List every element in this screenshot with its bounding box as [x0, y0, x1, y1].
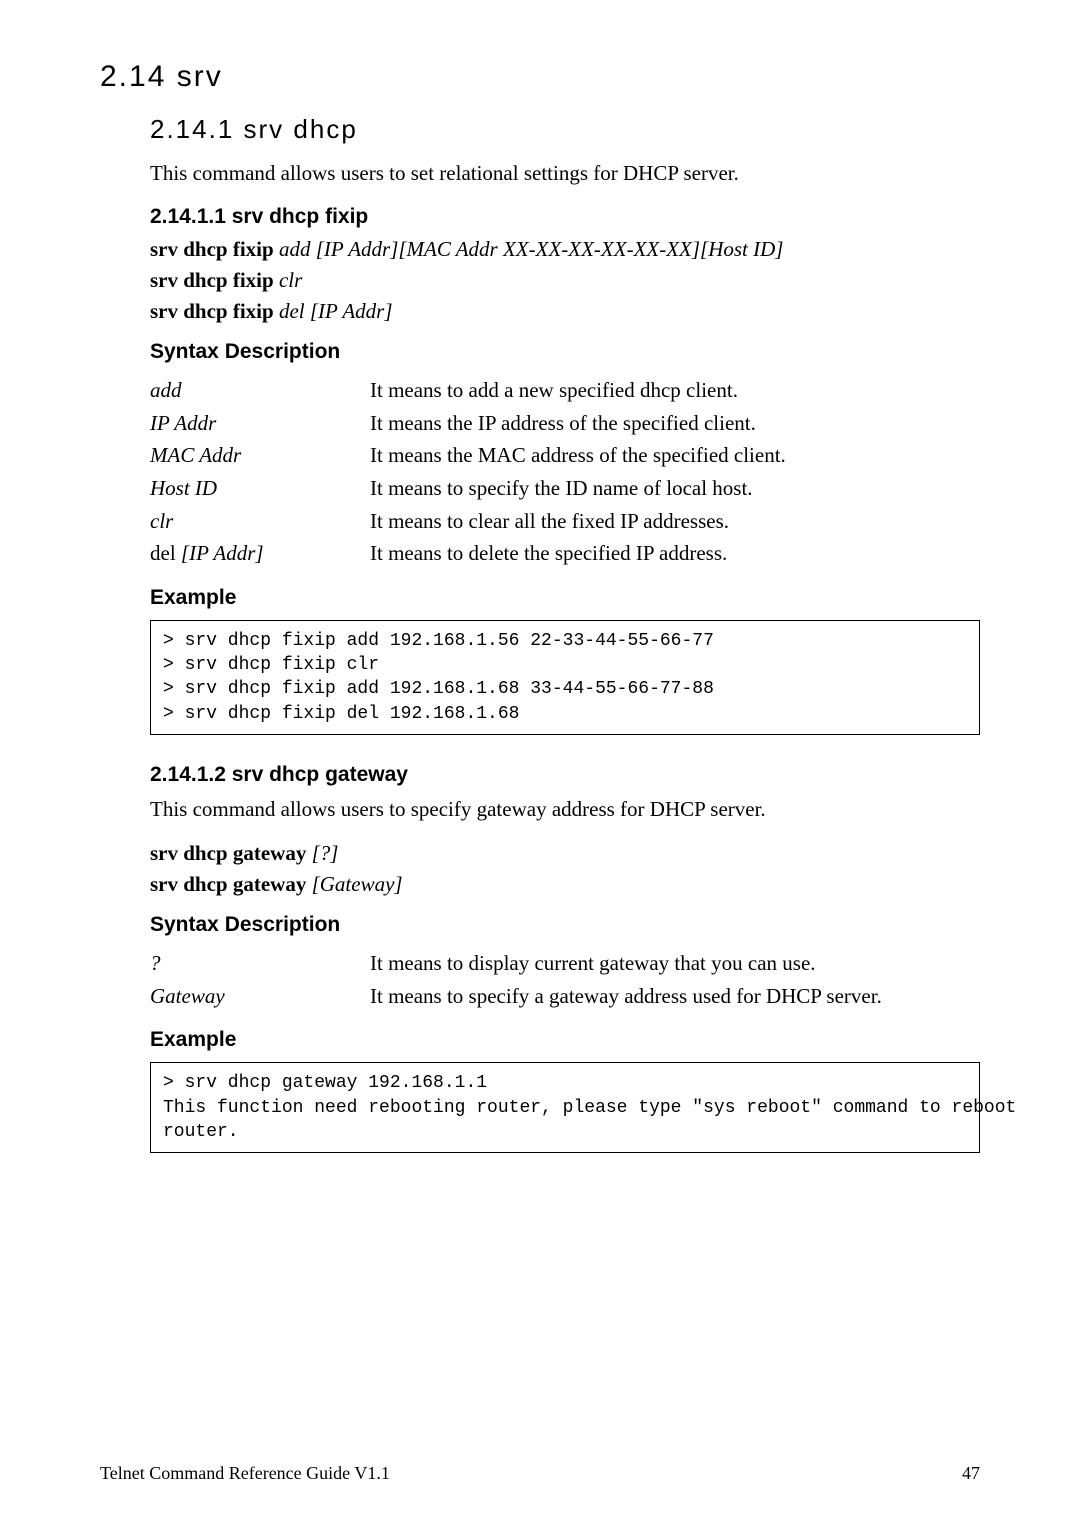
- cmd-line: srv dhcp gateway [?]: [150, 841, 980, 866]
- def-desc: It means to add a new specified dhcp cli…: [370, 374, 980, 407]
- cmd-ital: [Gateway]: [312, 872, 403, 896]
- cmd-ital: add [IP Addr][MAC Addr XX-XX-XX-XX-XX-XX…: [279, 237, 784, 261]
- def-term: ?: [150, 947, 370, 980]
- cmd-line: srv dhcp fixip add [IP Addr][MAC Addr XX…: [150, 237, 980, 262]
- intro-text: This command allows users to set relatio…: [150, 159, 980, 187]
- def-term-ital: [IP Addr]: [181, 541, 264, 565]
- def-term: del [IP Addr]: [150, 537, 370, 570]
- syntax-heading: Syntax Description: [150, 340, 980, 364]
- example-heading: Example: [150, 1028, 980, 1052]
- def-desc: It means the IP address of the specified…: [370, 407, 980, 440]
- def-term: MAC Addr: [150, 439, 370, 472]
- cmd-line: srv dhcp fixip clr: [150, 268, 980, 293]
- def-desc: It means to clear all the fixed IP addre…: [370, 505, 980, 538]
- def-row: clr It means to clear all the fixed IP a…: [150, 505, 980, 538]
- def-row: del [IP Addr] It means to delete the spe…: [150, 537, 980, 570]
- heading-1: 2.14 srv: [100, 60, 980, 94]
- def-row: Gateway It means to specify a gateway ad…: [150, 980, 980, 1013]
- footer-left: Telnet Command Reference Guide V1.1: [100, 1463, 390, 1484]
- cmd-ital: [?]: [312, 841, 339, 865]
- cmd-ital: clr: [279, 268, 302, 292]
- syntax-heading: Syntax Description: [150, 913, 980, 937]
- def-row: add It means to add a new specified dhcp…: [150, 374, 980, 407]
- def-term: Gateway: [150, 980, 370, 1013]
- heading-3-fixip: 2.14.1.1 srv dhcp fixip: [150, 205, 980, 229]
- def-desc: It means to delete the specified IP addr…: [370, 537, 980, 570]
- def-desc: It means to specify a gateway address us…: [370, 980, 980, 1013]
- intro-text-gateway: This command allows users to specify gat…: [150, 795, 980, 823]
- def-row: Host ID It means to specify the ID name …: [150, 472, 980, 505]
- heading-2: 2.14.1 srv dhcp: [150, 114, 980, 145]
- page-footer: Telnet Command Reference Guide V1.1 47: [100, 1463, 980, 1484]
- def-term-plain: del: [150, 541, 181, 565]
- def-row: MAC Addr It means the MAC address of the…: [150, 439, 980, 472]
- cmd-ital: del [IP Addr]: [279, 299, 393, 323]
- footer-right: 47: [962, 1463, 980, 1484]
- cmd-bold: srv dhcp gateway: [150, 872, 312, 896]
- def-desc: It means to specify the ID name of local…: [370, 472, 980, 505]
- def-term: clr: [150, 505, 370, 538]
- cmd-line: srv dhcp fixip del [IP Addr]: [150, 299, 980, 324]
- cmd-bold: srv dhcp gateway: [150, 841, 312, 865]
- cmd-bold: srv dhcp fixip: [150, 237, 279, 261]
- def-term: add: [150, 374, 370, 407]
- example-code: > srv dhcp gateway 192.168.1.1 This func…: [150, 1062, 980, 1153]
- cmd-line: srv dhcp gateway [Gateway]: [150, 872, 980, 897]
- def-desc: It means the MAC address of the specifie…: [370, 439, 980, 472]
- heading-3-gateway: 2.14.1.2 srv dhcp gateway: [150, 763, 980, 787]
- def-desc: It means to display current gateway that…: [370, 947, 980, 980]
- def-row: IP Addr It means the IP address of the s…: [150, 407, 980, 440]
- def-term: Host ID: [150, 472, 370, 505]
- cmd-bold: srv dhcp fixip: [150, 268, 279, 292]
- def-term: IP Addr: [150, 407, 370, 440]
- example-code: > srv dhcp fixip add 192.168.1.56 22-33-…: [150, 620, 980, 735]
- def-row: ? It means to display current gateway th…: [150, 947, 980, 980]
- example-heading: Example: [150, 586, 980, 610]
- cmd-bold: srv dhcp fixip: [150, 299, 279, 323]
